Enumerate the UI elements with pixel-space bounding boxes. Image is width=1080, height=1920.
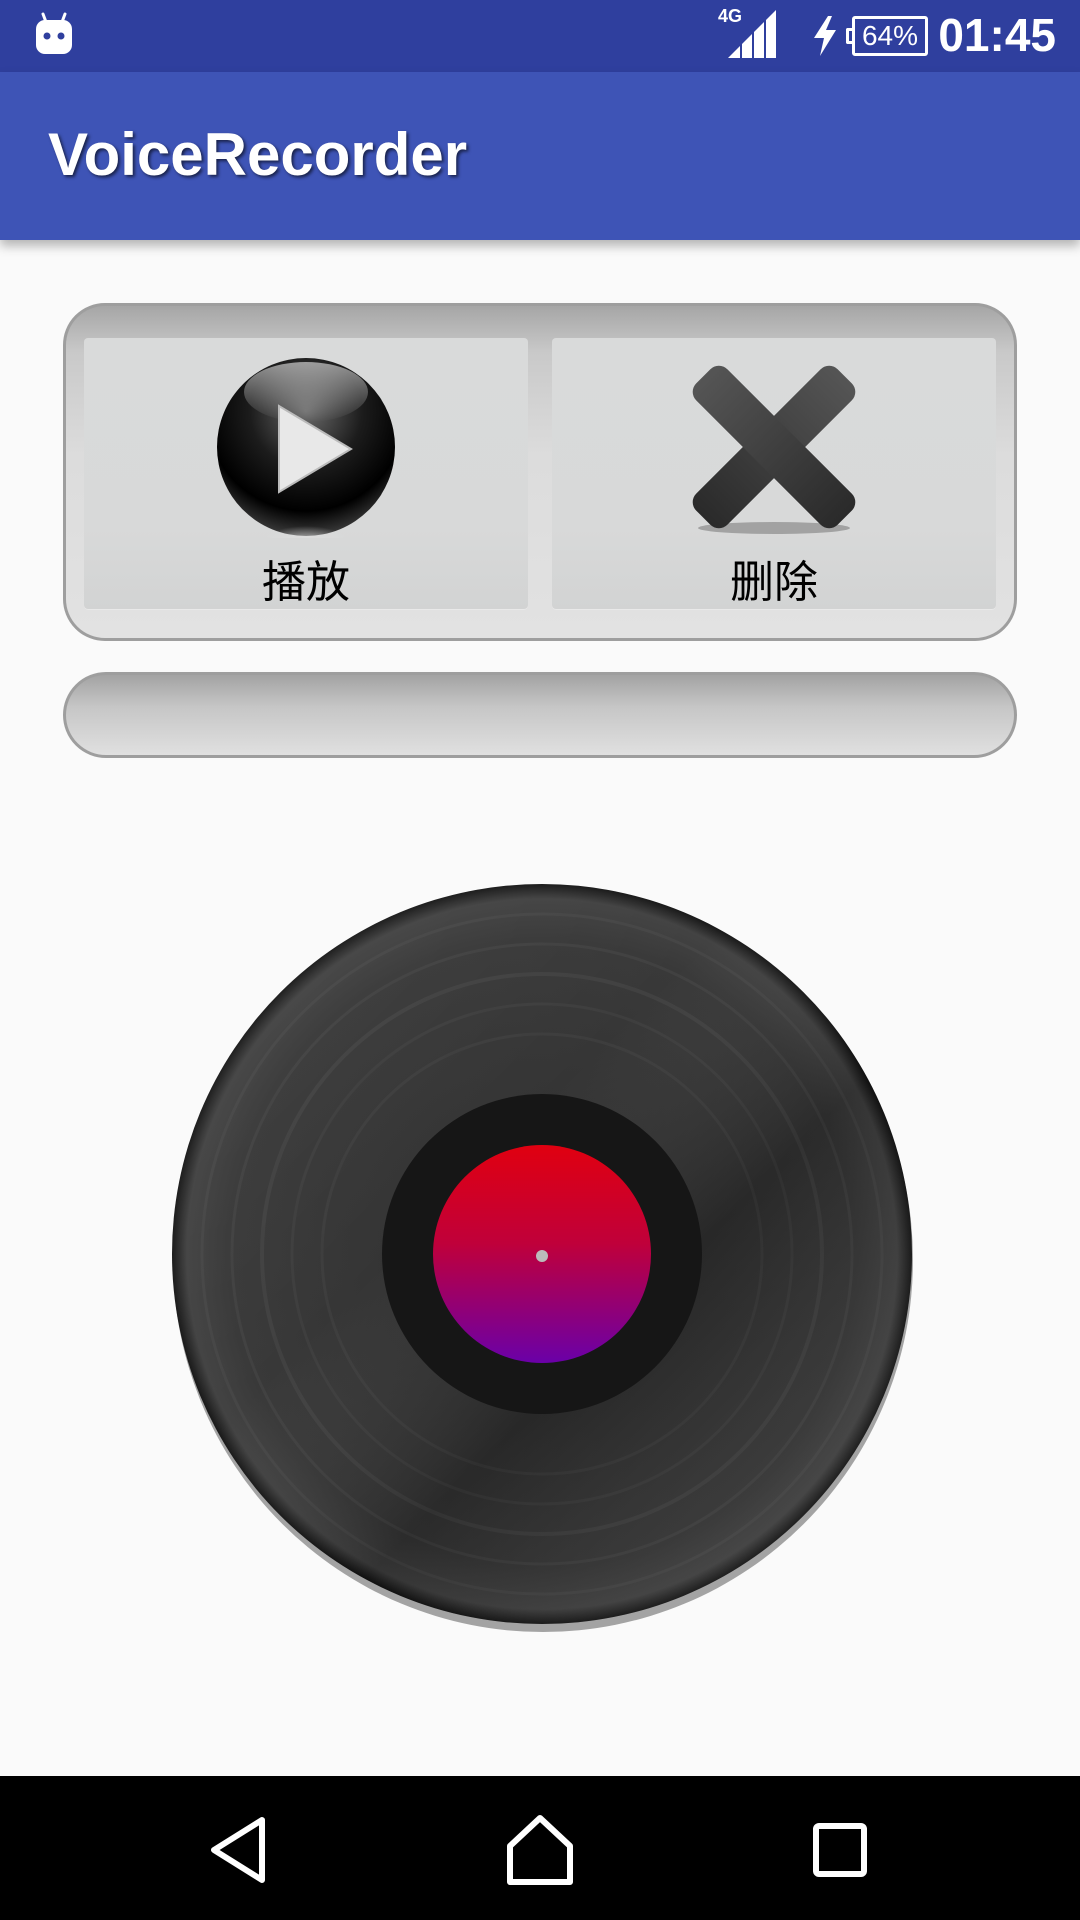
- status-time: 01:45: [938, 9, 1056, 61]
- battery-percent: 64%: [861, 20, 919, 51]
- app-title: VoiceRecorder: [48, 121, 468, 188]
- charging-bolt-icon: [814, 16, 836, 56]
- screen: 4G 64% 01:45 VoiceRecorder 播放 删除: [0, 0, 1080, 1920]
- navigation-bar: [0, 1776, 1080, 1920]
- progress-bar[interactable]: [63, 672, 1017, 758]
- home-icon[interactable]: [500, 1810, 580, 1890]
- signal-icon: [728, 10, 776, 58]
- vinyl-record-icon[interactable]: [166, 870, 916, 1640]
- close-icon: [692, 365, 856, 534]
- play-button[interactable]: 播放: [84, 338, 528, 610]
- play-icon: [217, 358, 395, 538]
- app-bar: VoiceRecorder: [0, 72, 1080, 240]
- status-bar: 4G 64% 01:45: [0, 0, 1080, 72]
- recents-icon[interactable]: [800, 1810, 880, 1890]
- android-icon: [36, 12, 72, 54]
- back-icon[interactable]: [200, 1810, 280, 1890]
- play-label: 播放: [262, 557, 350, 608]
- battery-icon: 64%: [846, 16, 928, 56]
- control-panel: 播放 删除: [63, 303, 1017, 641]
- delete-label: 删除: [730, 557, 818, 608]
- delete-button[interactable]: 删除: [552, 338, 996, 610]
